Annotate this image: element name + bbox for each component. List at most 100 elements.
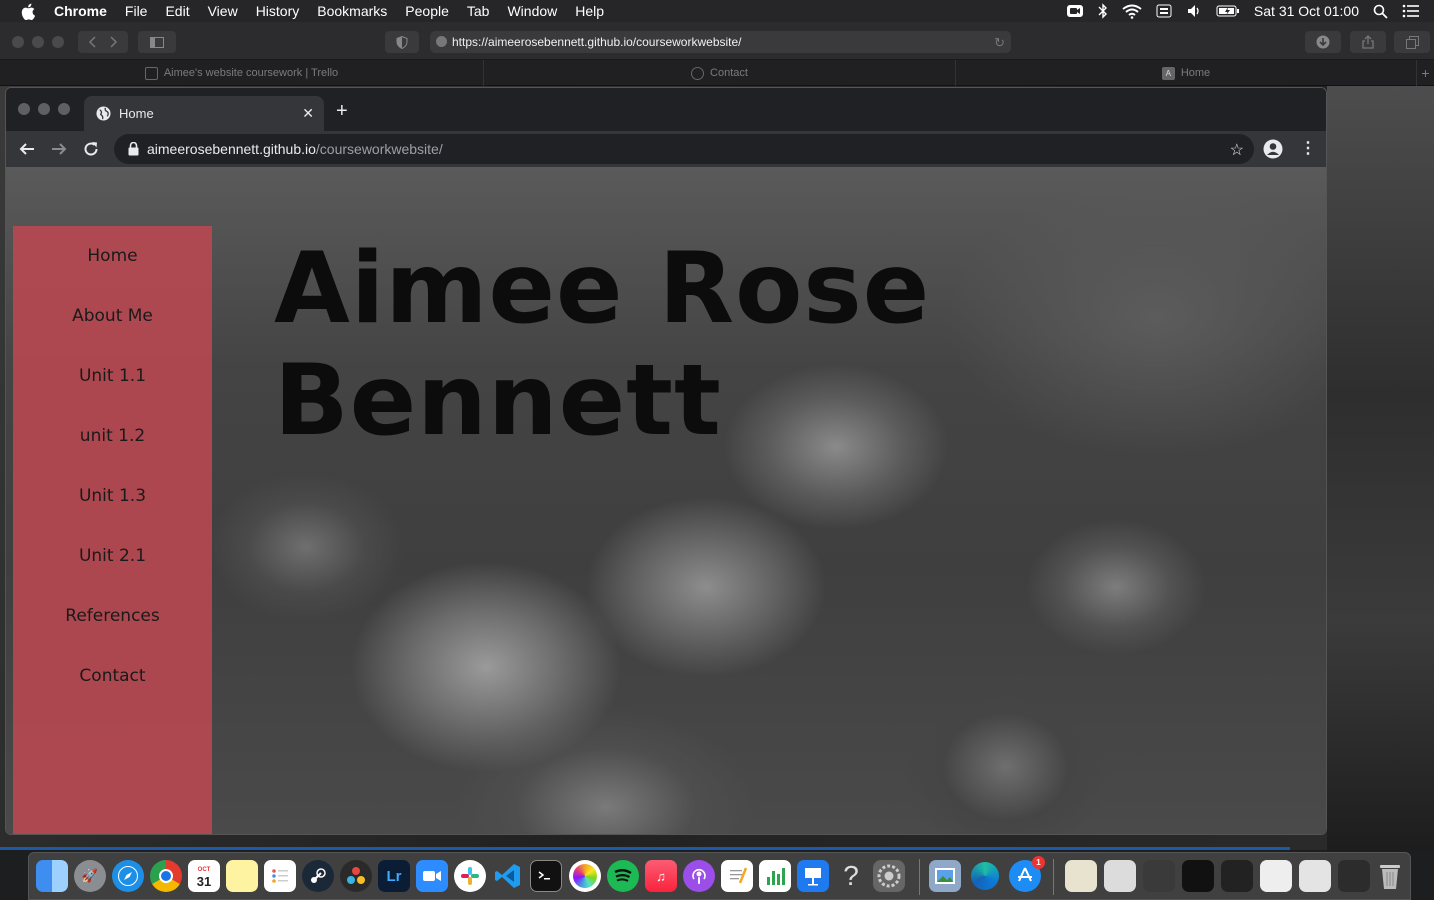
tabs-overview-button[interactable] bbox=[1394, 31, 1430, 53]
menu-file[interactable]: File bbox=[125, 0, 148, 22]
new-tab-button[interactable]: + bbox=[336, 101, 348, 121]
zoom-app-icon[interactable] bbox=[416, 860, 448, 892]
outer-zoom-button[interactable] bbox=[52, 36, 64, 48]
apple-menu-icon[interactable] bbox=[18, 1, 38, 21]
outer-tab-home[interactable]: A Home bbox=[956, 60, 1417, 86]
share-button[interactable] bbox=[1350, 31, 1386, 53]
lock-icon[interactable] bbox=[128, 142, 139, 156]
app-store-icon[interactable]: 1 bbox=[1009, 856, 1045, 892]
trello-icon bbox=[144, 66, 158, 80]
finder-icon[interactable] bbox=[36, 860, 68, 892]
lightroom-icon[interactable]: Lr bbox=[378, 860, 410, 892]
preview-icon[interactable] bbox=[929, 860, 961, 892]
back-arrow-icon[interactable] bbox=[16, 138, 38, 160]
podcasts-icon[interactable] bbox=[683, 860, 715, 892]
reminders-icon[interactable] bbox=[264, 860, 296, 892]
minimized-window-thumbnail[interactable] bbox=[1182, 860, 1214, 892]
menu-view[interactable]: View bbox=[208, 0, 238, 22]
menu-window[interactable]: Window bbox=[507, 0, 557, 22]
minimized-window-thumbnail[interactable] bbox=[1260, 860, 1292, 892]
notification-center-icon[interactable] bbox=[1402, 4, 1420, 18]
chrome-close-button[interactable] bbox=[18, 103, 30, 115]
calendar-icon[interactable]: OCT 31 bbox=[188, 860, 220, 892]
reload-icon[interactable] bbox=[80, 138, 102, 160]
minimized-window-thumbnail[interactable] bbox=[1065, 860, 1097, 892]
macos-menu-bar: Chrome File Edit View History Bookmarks … bbox=[0, 0, 1434, 22]
wifi-icon[interactable] bbox=[1122, 4, 1142, 19]
nav-link-unit-1-3[interactable]: Unit 1.3 bbox=[13, 486, 212, 506]
menu-chrome[interactable]: Chrome bbox=[54, 0, 107, 22]
minimized-window-thumbnail[interactable] bbox=[1299, 860, 1331, 892]
keyboard-icon[interactable] bbox=[1156, 4, 1172, 18]
nav-link-references[interactable]: References bbox=[13, 606, 212, 626]
nav-link-unit-1-1[interactable]: Unit 1.1 bbox=[13, 366, 212, 386]
bluetooth-icon[interactable] bbox=[1098, 3, 1108, 19]
spotlight-icon[interactable] bbox=[1373, 4, 1388, 19]
nav-link-home[interactable]: Home bbox=[13, 246, 212, 266]
menu-bookmarks[interactable]: Bookmarks bbox=[317, 0, 387, 22]
forward-arrow-icon[interactable] bbox=[48, 138, 70, 160]
vscode-icon[interactable] bbox=[492, 860, 524, 892]
dock-highlight-bar bbox=[0, 847, 1290, 850]
bookmark-star-icon[interactable]: ☆ bbox=[1230, 140, 1244, 160]
outer-tab-trello[interactable]: Aimee's website coursework | Trello bbox=[0, 60, 484, 86]
photos-icon[interactable] bbox=[569, 860, 601, 892]
help-icon[interactable]: ? bbox=[835, 860, 867, 892]
nav-link-about-me[interactable]: About Me bbox=[13, 306, 212, 326]
calendar-day: 31 bbox=[196, 874, 212, 889]
launchpad-icon[interactable]: 🚀 bbox=[74, 860, 106, 892]
minimized-window-thumbnail[interactable] bbox=[1104, 860, 1136, 892]
menu-tab[interactable]: Tab bbox=[467, 0, 490, 22]
spotify-icon[interactable] bbox=[607, 860, 639, 892]
site-info-icon[interactable] bbox=[436, 36, 447, 47]
chrome-icon[interactable] bbox=[150, 860, 182, 892]
outer-address-bar[interactable]: https://aimeerosebennett.github.io/cours… bbox=[430, 31, 1011, 53]
outer-minimize-button[interactable] bbox=[32, 36, 44, 48]
chrome-tab-home[interactable]: Home ✕ bbox=[84, 96, 324, 131]
terminal-icon[interactable] bbox=[530, 860, 562, 892]
keynote-icon[interactable] bbox=[797, 860, 829, 892]
nav-link-unit-1-2[interactable]: unit 1.2 bbox=[13, 426, 212, 446]
davinci-resolve-icon[interactable] bbox=[340, 860, 372, 892]
textedit-icon[interactable] bbox=[721, 860, 753, 892]
minimized-window-thumbnail[interactable] bbox=[1338, 860, 1370, 892]
minimized-window-thumbnail[interactable] bbox=[1143, 860, 1175, 892]
globe-icon bbox=[96, 106, 111, 121]
steam-icon[interactable] bbox=[302, 860, 334, 892]
volume-icon[interactable] bbox=[1186, 4, 1202, 18]
menu-edit[interactable]: Edit bbox=[165, 0, 189, 22]
minimized-window-thumbnail[interactable] bbox=[1221, 860, 1253, 892]
downloads-button[interactable] bbox=[1305, 31, 1341, 53]
safari-icon[interactable] bbox=[112, 860, 144, 892]
outer-tab-bar: Aimee's website coursework | Trello Cont… bbox=[0, 60, 1434, 86]
outer-close-button[interactable] bbox=[12, 36, 24, 48]
battery-icon[interactable] bbox=[1216, 5, 1240, 17]
notes-icon[interactable] bbox=[226, 860, 258, 892]
menu-help[interactable]: Help bbox=[575, 0, 604, 22]
chrome-menu-icon[interactable]: ⋮ bbox=[1300, 140, 1316, 158]
chrome-zoom-button[interactable] bbox=[58, 103, 70, 115]
outer-sidebar-button[interactable] bbox=[138, 31, 176, 53]
music-icon[interactable]: ♫ bbox=[645, 860, 677, 892]
nav-link-contact[interactable]: Contact bbox=[13, 666, 212, 686]
nav-link-unit-2-1[interactable]: Unit 2.1 bbox=[13, 546, 212, 566]
menu-history[interactable]: History bbox=[256, 0, 300, 22]
zoom-icon[interactable] bbox=[1066, 4, 1084, 18]
profile-avatar-icon[interactable] bbox=[1263, 139, 1283, 159]
slack-icon[interactable] bbox=[454, 860, 486, 892]
trash-icon[interactable] bbox=[1374, 860, 1406, 892]
outer-tab-contact[interactable]: Contact bbox=[484, 60, 956, 86]
numbers-icon[interactable] bbox=[759, 860, 791, 892]
close-tab-icon[interactable]: ✕ bbox=[302, 105, 314, 122]
clock[interactable]: Sat 31 Oct 01:00 bbox=[1254, 3, 1359, 19]
reload-icon[interactable]: ↻ bbox=[994, 35, 1005, 51]
outer-back-forward-buttons[interactable] bbox=[78, 31, 128, 53]
outer-new-tab-button[interactable]: + bbox=[1417, 60, 1434, 86]
system-preferences-icon[interactable] bbox=[873, 860, 905, 892]
chrome-minimize-button[interactable] bbox=[38, 103, 50, 115]
menu-people[interactable]: People bbox=[405, 0, 449, 22]
chrome-address-bar[interactable]: aimeerosebennett.github.io/courseworkweb… bbox=[114, 134, 1254, 164]
outer-tab-label: Home bbox=[1180, 67, 1211, 79]
edge-icon[interactable] bbox=[969, 860, 1001, 892]
outer-privacy-button[interactable] bbox=[385, 31, 419, 53]
